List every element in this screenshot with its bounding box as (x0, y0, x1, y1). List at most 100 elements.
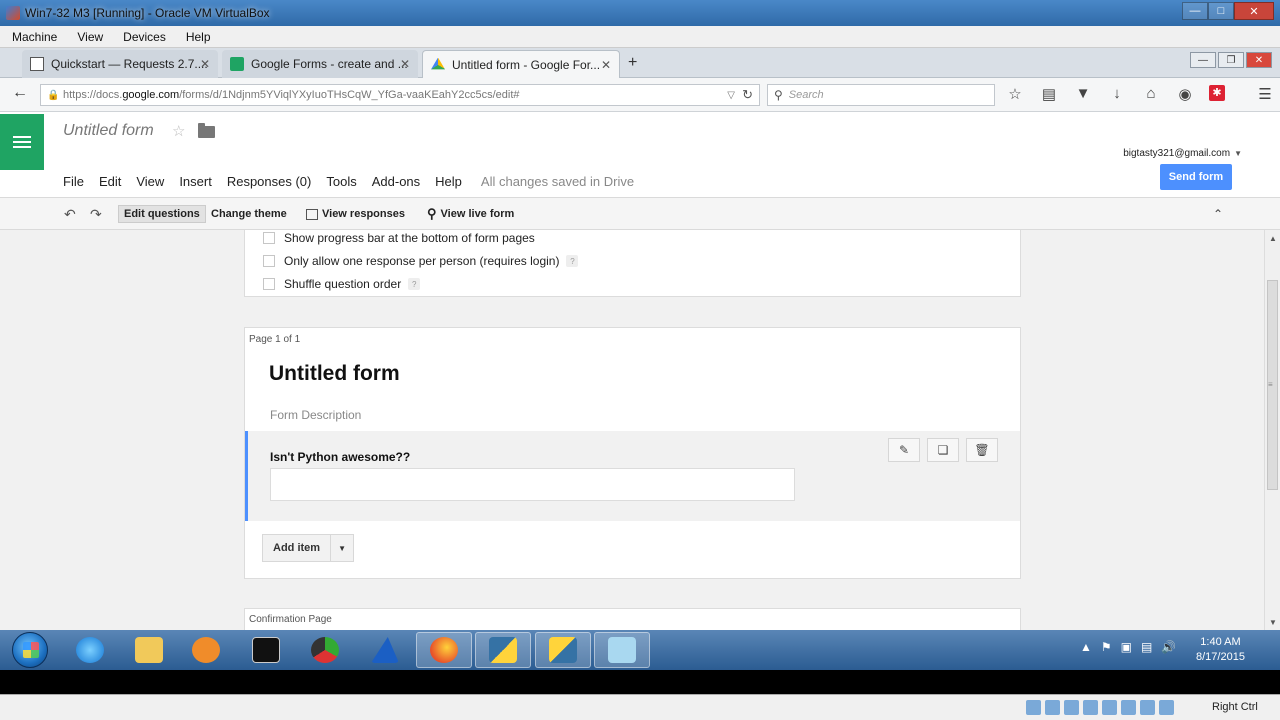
checkbox[interactable] (263, 232, 275, 244)
download-icon[interactable]: ↓ (1107, 85, 1127, 103)
send-form-button[interactable]: Send form (1160, 164, 1232, 190)
tab-google-forms-info[interactable]: Google Forms - create and ... ✕ (222, 50, 418, 78)
menu-tools[interactable]: Tools (326, 174, 356, 189)
tray-expand-icon[interactable]: ▲ (1080, 640, 1092, 654)
home-icon[interactable]: ⌂ (1141, 85, 1161, 103)
checkbox[interactable] (263, 255, 275, 267)
form-description[interactable]: Form Description (270, 408, 361, 422)
view-live-form-button[interactable]: ⚲ View live form (427, 205, 514, 223)
tab-close-icon[interactable]: ✕ (601, 58, 611, 72)
scroll-up-icon[interactable]: ▲ (1269, 234, 1277, 243)
save-status: All changes saved in Drive (480, 174, 635, 189)
maximize-button[interactable]: □ (1208, 2, 1234, 20)
question-item[interactable]: Isn't Python awesome?? ✎ ❏ 🗑 (245, 431, 1020, 521)
scroll-down-icon[interactable]: ▼ (1269, 618, 1277, 627)
edit-pencil-icon[interactable]: ✎ (888, 438, 920, 462)
tray-volume-icon[interactable]: 🔊 (1161, 640, 1176, 654)
taskbar-firefox[interactable] (416, 632, 472, 668)
settings-option-shuffle[interactable]: Shuffle question order ? (263, 277, 421, 291)
form-title[interactable]: Untitled form (269, 362, 400, 386)
duplicate-icon[interactable]: ❏ (927, 438, 959, 462)
vbox-menu-help[interactable]: Help (174, 30, 219, 44)
taskbar-app-5[interactable] (297, 632, 353, 668)
taskbar-cmd[interactable] (238, 632, 294, 668)
edit-questions-button[interactable]: Edit questions (118, 205, 206, 223)
taskbar-media-player[interactable] (178, 632, 234, 668)
url-dropdown-icon[interactable]: ▽ (727, 90, 735, 101)
reading-list-icon[interactable]: ▤ (1039, 85, 1059, 103)
vbox-network-icon[interactable] (1083, 700, 1098, 715)
taskbar-python[interactable] (535, 632, 591, 668)
menu-addons[interactable]: Add-ons (372, 174, 420, 189)
taskbar-ie[interactable] (62, 632, 118, 668)
vbox-mouse-icon[interactable] (1159, 700, 1174, 715)
browser-close-button[interactable]: ✕ (1246, 52, 1272, 68)
vbox-display-icon[interactable] (1121, 700, 1136, 715)
view-responses-button[interactable]: View responses (306, 205, 405, 223)
hamburger-menu-icon[interactable]: ☰ (1255, 85, 1275, 103)
vertical-scrollbar[interactable]: ▲ ≡ ▼ (1264, 230, 1280, 630)
reload-icon[interactable]: ↻ (742, 87, 753, 103)
taskbar-app-8[interactable] (475, 632, 531, 668)
settings-option-one-response[interactable]: Only allow one response per person (requ… (263, 254, 579, 268)
tray-flag-icon[interactable]: ⚑ (1101, 640, 1112, 654)
menu-help[interactable]: Help (435, 174, 462, 189)
menu-file[interactable]: File (63, 174, 84, 189)
pocket-icon[interactable]: ▼ (1073, 85, 1093, 103)
search-input[interactable]: ⚲ Search (767, 84, 995, 106)
tray-device-icon[interactable]: ▣ (1121, 640, 1132, 654)
vbox-usb-icon[interactable] (1064, 700, 1079, 715)
menu-responses[interactable]: Responses (0) (227, 174, 312, 189)
chevron-down-icon: ▼ (1234, 149, 1242, 158)
help-icon[interactable]: ? (566, 255, 579, 267)
new-tab-button[interactable]: + (628, 54, 637, 72)
undo-icon[interactable]: ↶ (64, 205, 76, 223)
forms-logo-icon[interactable] (0, 114, 44, 170)
settings-option-progress-bar[interactable]: Show progress bar at the bottom of form … (263, 231, 535, 245)
folder-icon[interactable] (198, 123, 215, 138)
minimize-button[interactable]: — (1182, 2, 1208, 20)
browser-minimize-button[interactable]: — (1190, 52, 1216, 68)
vbox-menu-view[interactable]: View (65, 30, 111, 44)
checkbox[interactable] (263, 278, 275, 290)
menu-insert[interactable]: Insert (179, 174, 212, 189)
tab-close-icon[interactable]: ✕ (200, 57, 210, 71)
change-theme-button[interactable]: Change theme (211, 205, 287, 223)
redo-icon[interactable]: ↷ (90, 205, 102, 223)
collapse-header-icon[interactable]: ⌃ (1213, 205, 1223, 223)
tab-quickstart[interactable]: Quickstart — Requests 2.7.... ✕ (22, 50, 218, 78)
start-button[interactable] (12, 632, 48, 668)
taskbar-app-6[interactable] (357, 632, 413, 668)
search-icon: ⚲ (774, 88, 783, 102)
browser-restore-button[interactable]: ❐ (1218, 52, 1244, 68)
vbox-menu-devices[interactable]: Devices (111, 30, 174, 44)
star-icon[interactable]: ☆ (172, 122, 185, 140)
vbox-hdd-icon[interactable] (1026, 700, 1041, 715)
vbox-shared-folder-icon[interactable] (1102, 700, 1117, 715)
account-switcher[interactable]: bigtasty321@gmail.com ▼ (1123, 148, 1242, 159)
taskbar-explorer[interactable] (121, 632, 177, 668)
menu-edit[interactable]: Edit (99, 174, 121, 189)
answer-text-input[interactable] (270, 468, 795, 501)
menu-view[interactable]: View (136, 174, 164, 189)
close-button[interactable]: ✕ (1234, 2, 1274, 20)
bookmark-star-icon[interactable]: ☆ (1005, 85, 1025, 103)
vbox-capture-icon[interactable] (1140, 700, 1155, 715)
address-bar[interactable]: 🔒 https://docs. google.com/forms/d/1Ndjnm… (40, 84, 760, 106)
vbox-title-bar[interactable]: Win7-32 M3 [Running] - Oracle VM Virtual… (0, 0, 1280, 26)
taskbar-app-10[interactable] (594, 632, 650, 668)
add-item-button[interactable]: Add item ▼ (262, 534, 355, 562)
tab-close-icon[interactable]: ✕ (400, 57, 410, 71)
system-clock[interactable]: 1:40 AM 8/17/2015 (1196, 635, 1245, 665)
document-title[interactable]: Untitled form (63, 122, 154, 140)
tab-untitled-form[interactable]: Untitled form - Google For... ✕ (422, 50, 620, 78)
trash-icon[interactable]: 🗑 (966, 438, 998, 462)
addon-icon[interactable]: ✱ (1209, 85, 1225, 101)
chevron-down-icon[interactable]: ▼ (331, 544, 353, 553)
back-arrow-icon[interactable]: ← (12, 84, 36, 106)
tray-network-icon[interactable]: ▤ (1141, 640, 1152, 654)
vbox-menu-machine[interactable]: Machine (0, 30, 65, 44)
vbox-cd-icon[interactable] (1045, 700, 1060, 715)
chat-icon[interactable]: ◉ (1175, 85, 1195, 103)
help-icon[interactable]: ? (408, 278, 421, 290)
